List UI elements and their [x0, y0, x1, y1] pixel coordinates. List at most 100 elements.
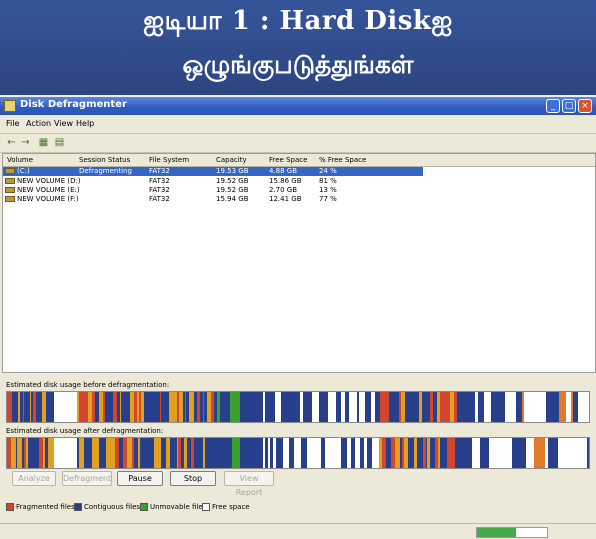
legend: Fragmented files Contiguous files Unmova…	[6, 503, 590, 517]
drive-icon	[5, 168, 15, 174]
cluster-segment	[465, 438, 472, 468]
cluster-segment	[512, 438, 520, 468]
pct-free: 81 %	[319, 177, 337, 185]
menu-view[interactable]: View	[54, 119, 73, 128]
menu-bar: File Action View Help	[0, 117, 596, 131]
free-space: 4.88 GB	[269, 167, 298, 175]
col-file-system[interactable]: File System	[149, 156, 189, 164]
volume-row[interactable]: NEW VOLUME (F:) FAT32 15.94 GB 12.41 GB …	[3, 195, 423, 204]
volume-name: (C:)	[17, 167, 30, 175]
file-system: FAT32	[149, 177, 170, 185]
cluster-segment	[484, 392, 491, 422]
cluster-segment	[534, 438, 545, 468]
back-arrow-icon[interactable]: ←	[6, 137, 17, 148]
pct-free: 13 %	[319, 186, 337, 194]
cluster-segment	[587, 438, 589, 468]
col-capacity[interactable]: Capacity	[216, 156, 247, 164]
free-space-swatch	[202, 503, 210, 511]
legend-contiguous-label: Contiguous files	[84, 503, 141, 511]
cluster-segment	[551, 392, 559, 422]
magazine-header: ஐடியா 1 : Hard Diskஐ ஒழுங்குபடுத்துங்கள்	[0, 0, 596, 95]
properties-icon[interactable]: ▤	[54, 137, 65, 148]
cluster-segment	[559, 392, 566, 422]
cluster-segment	[526, 438, 534, 468]
disk-defragmenter-window: Disk Defragmenter _ □ × File Action View…	[0, 97, 596, 539]
free-space: 15.86 GB	[269, 177, 302, 185]
volume-name: NEW VOLUME (D:)	[17, 177, 81, 185]
toolbar: ← → ▦ ▤	[0, 133, 596, 153]
before-usage-bar	[6, 391, 590, 423]
cluster-segment	[578, 438, 587, 468]
cluster-segment	[480, 438, 489, 468]
col-pct-free[interactable]: % Free Space	[319, 156, 366, 164]
maximize-button[interactable]: □	[562, 99, 576, 113]
fragmented-swatch	[6, 503, 14, 511]
header-title-line1: ஐடியா 1 : Hard Diskஐ	[143, 6, 453, 36]
volume-row[interactable]: (C:) Defragmenting FAT32 19.53 GB 4.88 G…	[3, 167, 423, 176]
after-usage-bar	[6, 437, 590, 469]
volume-list-header: Volume Session Status File System Capaci…	[3, 154, 595, 167]
view-icon[interactable]: ▦	[38, 137, 49, 148]
legend-unmovable-label: Unmovable files	[150, 503, 207, 511]
close-button[interactable]: ×	[578, 99, 592, 113]
cluster-segment	[468, 392, 475, 422]
cluster-segment	[489, 438, 499, 468]
header-title-line2: ஒழுங்குபடுத்துங்கள்	[182, 50, 414, 79]
cluster-segment	[491, 392, 502, 422]
cluster-segment	[578, 392, 586, 422]
before-usage-label: Estimated disk usage before defragmentat…	[6, 381, 170, 389]
menu-file[interactable]: File	[6, 119, 19, 128]
cluster-segment	[558, 438, 569, 468]
col-session-status[interactable]: Session Status	[79, 156, 130, 164]
cluster-segment	[586, 392, 589, 422]
cluster-segment	[503, 438, 512, 468]
legend-contiguous: Contiguous files	[74, 503, 140, 511]
pct-free: 24 %	[319, 167, 337, 175]
capacity: 15.94 GB	[216, 195, 249, 203]
file-system: FAT32	[149, 195, 170, 203]
defragment-button[interactable]: Defragment	[62, 471, 112, 486]
after-usage-label: Estimated disk usage after defragmentati…	[6, 427, 164, 435]
minimize-button[interactable]: _	[546, 99, 560, 113]
forward-arrow-icon[interactable]: →	[20, 137, 31, 148]
legend-fragmented-label: Fragmented files	[16, 503, 75, 511]
status-bar	[0, 523, 596, 539]
volume-name: NEW VOLUME (E:)	[17, 186, 80, 194]
app-icon	[4, 100, 16, 112]
volume-list[interactable]: Volume Session Status File System Capaci…	[2, 153, 596, 373]
capacity: 19.53 GB	[216, 167, 249, 175]
unmovable-swatch	[140, 503, 148, 511]
legend-free: Free space	[202, 503, 250, 511]
volume-name: NEW VOLUME (F:)	[17, 195, 79, 203]
cluster-segment	[569, 438, 578, 468]
progress-fill	[477, 528, 516, 537]
capacity: 19.52 GB	[216, 177, 249, 185]
drive-icon	[5, 187, 15, 193]
contiguous-swatch	[74, 503, 82, 511]
cluster-segment	[533, 392, 542, 422]
col-volume[interactable]: Volume	[7, 156, 33, 164]
legend-fragmented: Fragmented files	[6, 503, 75, 511]
capacity: 19.52 GB	[216, 186, 249, 194]
stop-button[interactable]: Stop	[170, 471, 216, 486]
cluster-segment	[548, 438, 558, 468]
volume-row[interactable]: NEW VOLUME (D:) FAT32 19.52 GB 15.86 GB …	[3, 177, 423, 186]
free-space: 12.41 GB	[269, 195, 302, 203]
menu-help[interactable]: Help	[76, 119, 94, 128]
file-system: FAT32	[149, 167, 170, 175]
menu-action[interactable]: Action	[26, 119, 51, 128]
drive-icon	[5, 196, 15, 202]
cluster-segment	[461, 392, 468, 422]
legend-unmovable: Unmovable files	[140, 503, 206, 511]
pause-button[interactable]: Pause	[117, 471, 163, 486]
window-title: Disk Defragmenter	[20, 99, 127, 110]
col-free-space[interactable]: Free Space	[269, 156, 307, 164]
drive-icon	[5, 178, 15, 184]
legend-free-label: Free space	[212, 503, 250, 511]
analyze-button[interactable]: Analyze	[12, 471, 56, 486]
window-titlebar[interactable]: Disk Defragmenter _ □ ×	[0, 97, 596, 115]
free-space: 2.70 GB	[269, 186, 298, 194]
volume-row[interactable]: NEW VOLUME (E:) FAT32 19.52 GB 2.70 GB 1…	[3, 186, 423, 195]
view-report-button[interactable]: View Report	[224, 471, 274, 497]
pct-free: 77 %	[319, 195, 337, 203]
